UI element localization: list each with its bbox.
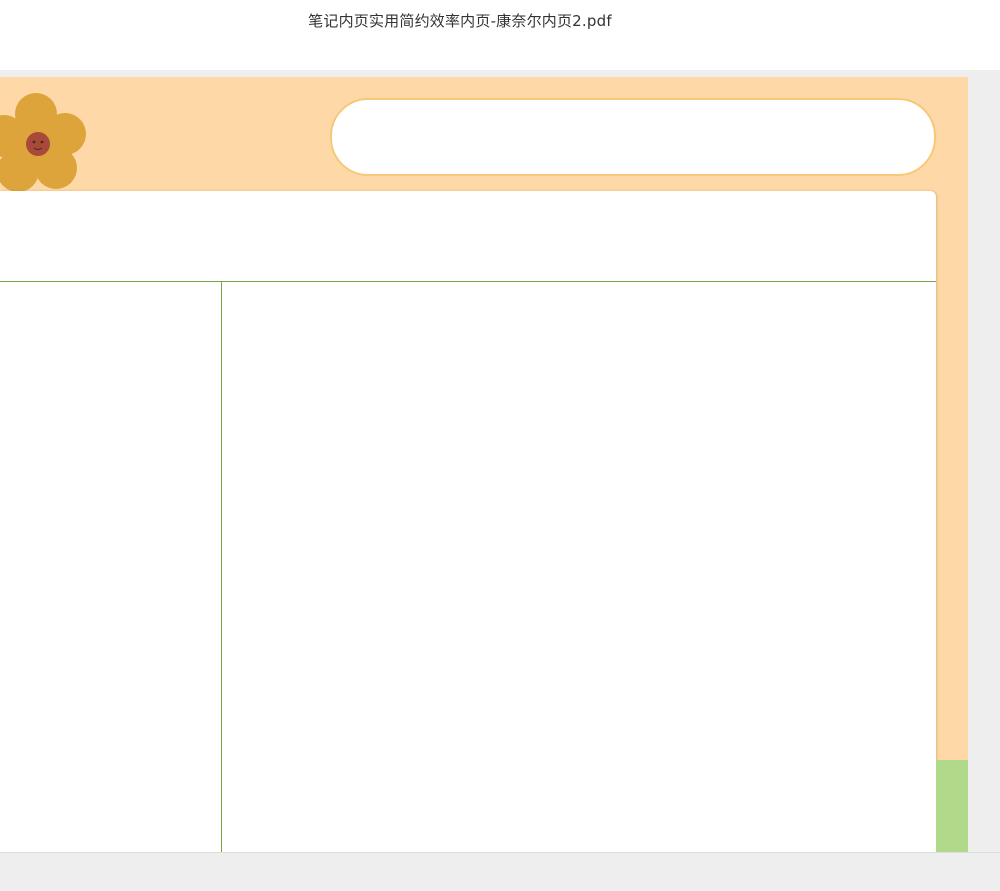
flower-icon <box>0 93 86 192</box>
header-rule-line <box>0 281 936 282</box>
pdf-viewer[interactable] <box>0 70 1000 890</box>
side-tab <box>936 760 968 852</box>
pdf-page <box>0 77 968 852</box>
header-text-box <box>330 98 936 176</box>
cornell-notes-sheet <box>0 191 936 852</box>
cue-column-divider <box>221 281 222 852</box>
document-title: 笔记内页实用简约效率内页-康奈尔内页2.pdf <box>308 12 612 30</box>
bottom-toolbar <box>0 852 1000 891</box>
title-bar: 笔记内页实用简约效率内页-康奈尔内页2.pdf <box>0 0 1000 70</box>
